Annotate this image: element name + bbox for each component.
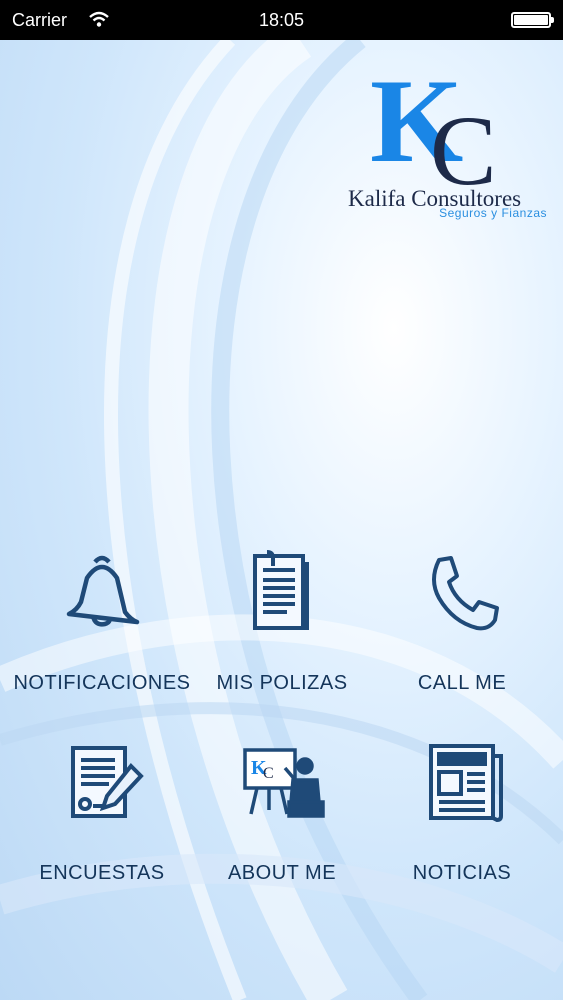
- menu-item-encuestas[interactable]: ENCUESTAS: [8, 740, 196, 910]
- menu-label: MIS POLIZAS: [216, 672, 348, 694]
- menu-label: NOTIFICACIONES: [13, 672, 191, 694]
- menu-item-notificaciones[interactable]: NOTIFICACIONES: [8, 550, 196, 720]
- menu-item-about-me[interactable]: K C ABOUT ME: [188, 740, 376, 910]
- newspaper-icon: [417, 740, 507, 830]
- menu-item-mis-polizas[interactable]: MIS POLIZAS: [188, 550, 376, 720]
- menu-label: ENCUESTAS: [39, 862, 165, 884]
- clock: 18:05: [258, 10, 305, 30]
- bell-icon: [57, 550, 147, 640]
- app-screen: Carrier 18:05 K C Kalifa Consultores Seg…: [0, 0, 563, 1000]
- brand-tagline: Seguros y Fianzas: [439, 206, 547, 220]
- menu-label: CALL ME: [417, 672, 507, 694]
- phone-icon: [417, 550, 507, 640]
- document-icon: [237, 550, 327, 640]
- logo-c: C: [430, 95, 497, 186]
- status-bar: Carrier 18:05: [0, 0, 563, 40]
- menu-label: ABOUT ME: [227, 862, 337, 884]
- battery-icon: [511, 12, 554, 28]
- survey-icon: [57, 740, 147, 830]
- menu-item-noticias[interactable]: NOTICIAS: [368, 740, 556, 910]
- presentation-icon: K C: [237, 740, 327, 830]
- company-logo: K C Kalifa Consultores Seguros y Fianzas: [340, 66, 555, 226]
- menu-label: NOTICIAS: [412, 862, 512, 884]
- menu-item-call-me[interactable]: CALL ME: [368, 550, 556, 720]
- svg-text:C: C: [263, 765, 274, 782]
